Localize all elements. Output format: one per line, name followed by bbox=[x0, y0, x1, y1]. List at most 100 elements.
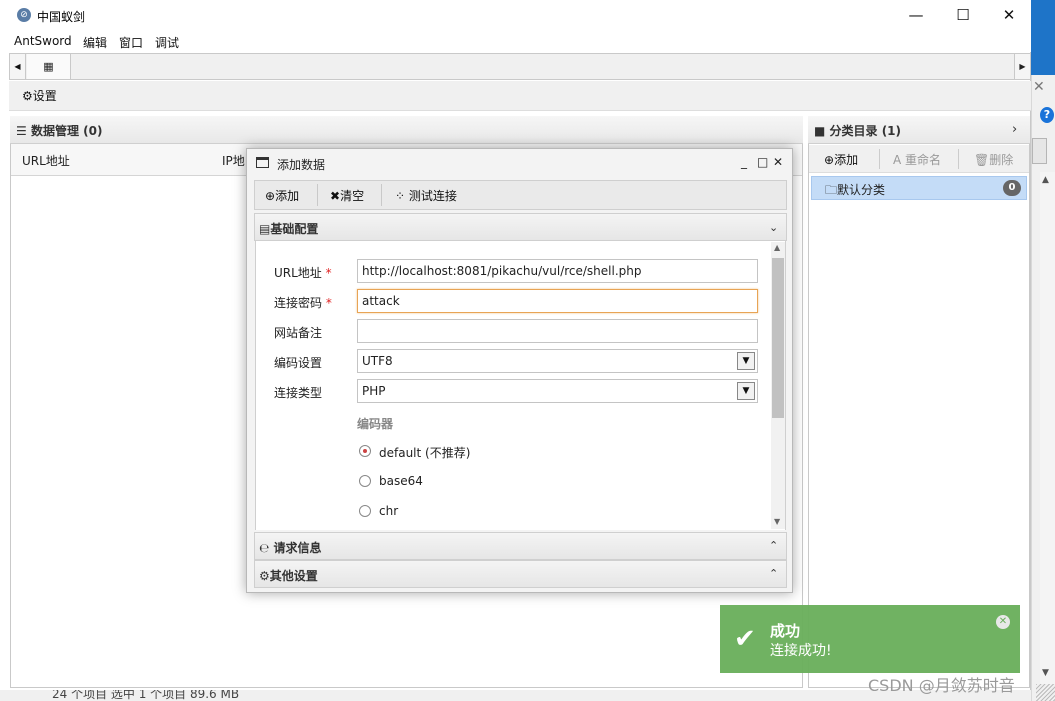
chevron-up-icon[interactable]: ⌃ bbox=[769, 567, 778, 580]
file-icon: ▤ bbox=[259, 222, 271, 236]
checkmark-icon: ✔ bbox=[734, 624, 756, 654]
tab-bar bbox=[9, 53, 1031, 80]
category-item-label: 🗀默认分类 bbox=[825, 181, 885, 202]
antsword-logo-icon: ⊘ bbox=[17, 8, 31, 22]
encoder-default-radio[interactable] bbox=[359, 445, 371, 457]
scrollbar-thumb[interactable] bbox=[772, 258, 784, 418]
grid-tab-icon[interactable]: ▦ bbox=[27, 54, 71, 79]
note-input[interactable] bbox=[357, 319, 758, 343]
category-rename-label: 重命名 bbox=[905, 153, 942, 167]
encoder-default-label[interactable]: default (不推荐) bbox=[379, 444, 470, 461]
background-window-button[interactable] bbox=[1032, 138, 1047, 164]
dialog-clear-button[interactable]: ✖清空 bbox=[330, 187, 364, 204]
encoder-chr-label[interactable]: chr bbox=[379, 504, 398, 518]
required-asterisk: * bbox=[325, 266, 332, 280]
menu-window[interactable]: 窗口 bbox=[119, 34, 143, 51]
dialog-clear-label: 清空 bbox=[340, 189, 365, 203]
section-other-label: ⚙其他设置 bbox=[259, 567, 318, 584]
toast-close-icon[interactable]: ✕ bbox=[996, 615, 1010, 629]
chevron-up-icon[interactable]: ⌃ bbox=[769, 539, 778, 552]
scroll-up-icon[interactable]: ▲ bbox=[1042, 175, 1049, 185]
encoder-base64-label[interactable]: base64 bbox=[379, 474, 423, 488]
url-input[interactable]: http://localhost:8081/pikachu/vul/rce/sh… bbox=[357, 259, 758, 283]
chevron-down-icon[interactable]: ▼ bbox=[737, 352, 755, 370]
tab-scroll-left-icon[interactable]: ◀ bbox=[10, 54, 26, 79]
section-basic-text: 基础配置 bbox=[270, 222, 319, 236]
section-request-text: 请求信息 bbox=[273, 541, 322, 555]
x-icon: ✖ bbox=[330, 189, 341, 203]
tab-scroll-right-icon[interactable]: ▶ bbox=[1014, 54, 1030, 79]
spinner-icon: ⁘ bbox=[395, 189, 409, 203]
section-other-settings[interactable] bbox=[254, 560, 787, 588]
section-request-info[interactable] bbox=[254, 532, 787, 560]
category-rename-button[interactable]: A 重命名 bbox=[893, 151, 941, 168]
resize-grip[interactable] bbox=[1036, 684, 1055, 701]
ie-icon: ℮ bbox=[259, 541, 274, 555]
toolbar-divider bbox=[958, 149, 959, 169]
toast-title: 成功 bbox=[770, 622, 801, 640]
window-title: 中国蚁剑 bbox=[37, 10, 86, 24]
settings-button[interactable]: ⚙设置 bbox=[22, 87, 57, 104]
password-label: 连接密码 * bbox=[274, 294, 332, 311]
section-basic-config[interactable] bbox=[254, 213, 787, 241]
menu-antsword[interactable]: AntSword bbox=[14, 34, 72, 48]
dialog-test-connection-button[interactable]: ⁘ 测试连接 bbox=[395, 187, 457, 204]
required-asterisk: * bbox=[325, 296, 332, 310]
toolbar-divider bbox=[381, 184, 382, 206]
section-basic-label: ▤基础配置 bbox=[259, 220, 318, 237]
connection-type-select[interactable]: PHP bbox=[357, 379, 758, 403]
minimize-icon[interactable]: — bbox=[893, 0, 939, 31]
watermark: CSDN @月敛苏时音 bbox=[868, 676, 1015, 695]
password-input[interactable]: attack bbox=[357, 289, 758, 313]
background-scrollbar[interactable] bbox=[1040, 172, 1055, 684]
category-title-text: 分类目录 (1) bbox=[829, 124, 902, 138]
plus-circle-icon: ⊕ bbox=[265, 189, 276, 203]
column-ip[interactable]: IP地 bbox=[222, 152, 245, 169]
settings-label: 设置 bbox=[32, 89, 57, 103]
category-panel-title: ■ 分类目录 (1) bbox=[814, 122, 901, 139]
toast-message: 连接成功! bbox=[770, 643, 832, 659]
close-window-icon[interactable]: ✕ bbox=[986, 0, 1032, 31]
data-panel-header bbox=[10, 116, 803, 144]
dialog-test-label: 测试连接 bbox=[408, 189, 457, 203]
section-request-label: ℮ 请求信息 bbox=[259, 539, 321, 556]
menu-debug[interactable]: 调试 bbox=[155, 34, 179, 51]
encoder-label: 编码器 bbox=[357, 417, 394, 431]
encoding-label: 编码设置 bbox=[274, 356, 323, 370]
list-icon: ☰ bbox=[16, 124, 31, 138]
chevron-down-icon[interactable]: ⌄ bbox=[769, 221, 778, 234]
scroll-up-icon[interactable]: ▲ bbox=[774, 243, 780, 252]
maximize-icon[interactable]: ☐ bbox=[940, 0, 986, 31]
chevron-right-icon[interactable]: › bbox=[1012, 122, 1017, 137]
gear-icon: ⚙ bbox=[22, 89, 33, 103]
help-icon[interactable]: ? bbox=[1040, 107, 1054, 123]
success-toast[interactable] bbox=[720, 605, 1020, 673]
column-url[interactable]: URL地址 bbox=[22, 152, 70, 169]
encoder-chr-radio[interactable] bbox=[359, 505, 371, 517]
url-label-text: URL地址 bbox=[274, 266, 322, 280]
dialog-title: 添加数据 bbox=[277, 158, 326, 172]
dialog-add-button[interactable]: ⊕添加 bbox=[265, 187, 299, 204]
close-icon[interactable]: ✕ bbox=[1033, 80, 1047, 94]
category-count-badge: 0 bbox=[1003, 180, 1021, 196]
scroll-down-icon[interactable]: ▼ bbox=[1042, 668, 1049, 678]
category-item-text: 默认分类 bbox=[837, 183, 886, 197]
encoder-base64-radio[interactable] bbox=[359, 475, 371, 487]
dialog-minimize-icon[interactable]: _ bbox=[741, 155, 747, 169]
encoding-select[interactable]: UTF8 bbox=[357, 349, 758, 373]
category-add-button[interactable]: ⊕添加 bbox=[824, 151, 858, 168]
folder-icon: ■ bbox=[814, 124, 830, 138]
window-icon bbox=[256, 157, 269, 168]
menu-edit[interactable]: 编辑 bbox=[83, 34, 107, 51]
password-label-text: 连接密码 bbox=[274, 296, 323, 310]
note-label: 网站备注 bbox=[274, 326, 323, 340]
category-delete-button[interactable]: 🗑删除 bbox=[974, 151, 1013, 168]
gears-icon: ⚙ bbox=[259, 569, 270, 583]
dialog-maximize-icon[interactable]: □ bbox=[757, 155, 768, 169]
chevron-down-icon[interactable]: ▼ bbox=[737, 382, 755, 400]
plus-circle-icon: ⊕ bbox=[824, 153, 835, 167]
dialog-close-icon[interactable]: ✕ bbox=[773, 155, 783, 169]
data-panel-title-text: 数据管理 (0) bbox=[30, 124, 103, 138]
scroll-down-icon[interactable]: ▼ bbox=[774, 517, 780, 526]
category-add-label: 添加 bbox=[834, 153, 859, 167]
